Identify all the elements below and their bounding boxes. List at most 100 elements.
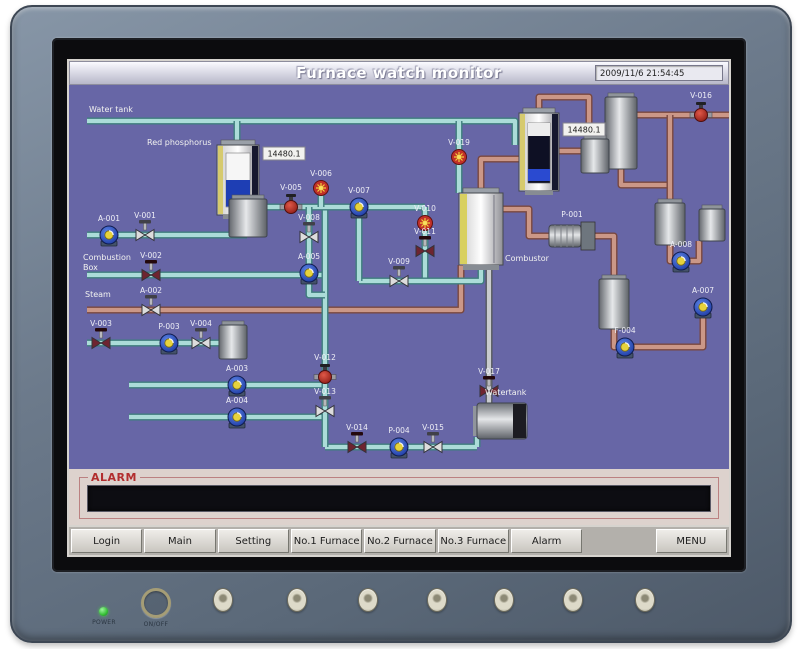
equipment-label: P-001 — [561, 210, 583, 219]
alarm-message-display — [87, 485, 711, 512]
pump-P-004: P-004 — [388, 426, 410, 458]
device-tag: V-007 — [348, 186, 370, 195]
power-led — [99, 607, 108, 616]
alarm-box: ALARM — [79, 477, 719, 519]
diagram-label: Steam — [85, 290, 111, 299]
device-tag: V-005 — [280, 183, 302, 192]
no2-furnace-button[interactable]: No.2 Furnace — [364, 529, 435, 553]
device-tag: P-004 — [388, 426, 410, 435]
setting-button[interactable]: Setting — [218, 529, 289, 553]
diagram-label: Combustion — [83, 253, 131, 262]
no3-furnace-button[interactable]: No.3 Furnace — [438, 529, 509, 553]
device-tag: V-004 — [190, 319, 212, 328]
pump-A-007: A-007 — [692, 286, 714, 318]
pump-A-004: A-004 — [226, 396, 248, 428]
device-tag: P-003 — [158, 322, 180, 331]
device-tag: V-009 — [388, 257, 410, 266]
device-tag: F-004 — [614, 326, 636, 335]
function-button-4[interactable] — [427, 588, 447, 612]
indicator-value: 14480.1 — [567, 126, 600, 135]
tank-v — [581, 135, 609, 173]
datetime-display: 2009/11/6 21:54:45 — [595, 65, 723, 81]
device-tag: V-015 — [422, 423, 444, 432]
device-tag: V-017 — [478, 367, 500, 376]
alarm-panel: ALARM — [69, 469, 729, 525]
device-tag: A-007 — [692, 286, 714, 295]
device-tag: A-002 — [140, 286, 162, 295]
function-button-1[interactable] — [213, 588, 233, 612]
device-tag: V-011 — [414, 227, 436, 236]
alarm-button[interactable]: Alarm — [511, 529, 582, 553]
tank-h — [473, 403, 527, 439]
pump-P-003: P-003 — [158, 322, 180, 354]
gauge-V-019: V-019 — [448, 138, 470, 165]
function-button-3[interactable] — [358, 588, 378, 612]
screen: Furnace watch monitor 2009/11/6 21:54:45 — [67, 59, 731, 557]
screen-frame: Furnace watch monitor 2009/11/6 21:54:45 — [52, 38, 746, 572]
device-tag: A-005 — [298, 252, 320, 261]
motor: P-001 — [549, 210, 595, 250]
tank-v — [229, 195, 267, 237]
main-button[interactable]: Main — [144, 529, 215, 553]
function-button-2[interactable] — [287, 588, 307, 612]
valve-V-016: V-016 — [690, 91, 712, 122]
level-indicator: 14480.1 — [563, 123, 605, 136]
tank-v — [605, 93, 637, 169]
device-tag: V-003 — [90, 319, 112, 328]
function-button-6[interactable] — [563, 588, 583, 612]
device-tag: A-008 — [670, 240, 692, 249]
alarm-title: ALARM — [88, 471, 140, 484]
diagram-label: Box — [83, 263, 98, 272]
function-button-7[interactable] — [635, 588, 655, 612]
diagram-label: Red phosphorus — [147, 138, 212, 147]
pump-V-007: V-007 — [348, 186, 370, 218]
device-tag: V-002 — [140, 251, 162, 260]
combustor — [459, 188, 503, 270]
device-tag: V-013 — [314, 387, 336, 396]
diagram-label: Watertank — [485, 388, 527, 397]
valve-V-005: V-005 — [280, 183, 302, 214]
device-tag: V-001 — [134, 211, 156, 220]
valve-V-012: V-012 — [314, 353, 336, 384]
reactor2 — [519, 108, 559, 195]
pump-A-005: A-005 — [298, 252, 320, 284]
monitor-bezel: Furnace watch monitor 2009/11/6 21:54:45 — [10, 5, 792, 643]
pipe — [621, 169, 670, 203]
login-button[interactable]: Login — [71, 529, 142, 553]
level-indicator: 14480.1 — [263, 147, 305, 160]
device-tag: V-016 — [690, 91, 712, 100]
pump-A-008: A-008 — [670, 240, 692, 272]
pump-A-003: A-003 — [226, 364, 248, 396]
diagram-label: Water tank — [89, 105, 133, 114]
device-tag: V-014 — [346, 423, 368, 432]
device-tag: A-003 — [226, 364, 248, 373]
device-tag: V-006 — [310, 169, 332, 178]
tank-v — [655, 199, 685, 245]
menu-button[interactable]: MENU — [656, 529, 727, 553]
device-tag: V-012 — [314, 353, 336, 362]
indicator-value: 14480.1 — [267, 150, 300, 159]
diagram-label: Combustor — [505, 254, 550, 263]
process-diagram: P-001 14480.1 14480.1 A-001 V-001 V-002 A-002… — [69, 85, 729, 469]
no1-furnace-button[interactable]: No.1 Furnace — [291, 529, 362, 553]
nav-spacer — [584, 529, 653, 553]
function-button-5[interactable] — [494, 588, 514, 612]
tank-v — [219, 321, 247, 359]
device-tag: A-004 — [226, 396, 248, 405]
pump-F-004: F-004 — [614, 326, 636, 358]
gauge-V-006: V-006 — [310, 169, 332, 196]
tank-v — [699, 205, 725, 241]
tank-v — [599, 275, 629, 329]
display-button-label: ON/OFF — [134, 621, 178, 628]
pump-A-001: A-001 — [98, 214, 120, 246]
piping-diagram-svg: P-001 14480.1 14480.1 A-001 V-001 V-002 A-002… — [69, 85, 729, 469]
device-tag: V-019 — [448, 138, 470, 147]
device-tag: V-008 — [298, 213, 320, 222]
device-tag: V-010 — [414, 204, 436, 213]
display-on-off-button[interactable] — [141, 588, 171, 618]
pipe — [503, 209, 549, 236]
power-led-label: POWER — [84, 619, 124, 626]
title-bar: Furnace watch monitor 2009/11/6 21:54:45 — [69, 61, 729, 85]
navigation-button-row: Login Main Setting No.1 Furnace No.2 Fur… — [69, 527, 729, 555]
pipe — [595, 236, 614, 279]
